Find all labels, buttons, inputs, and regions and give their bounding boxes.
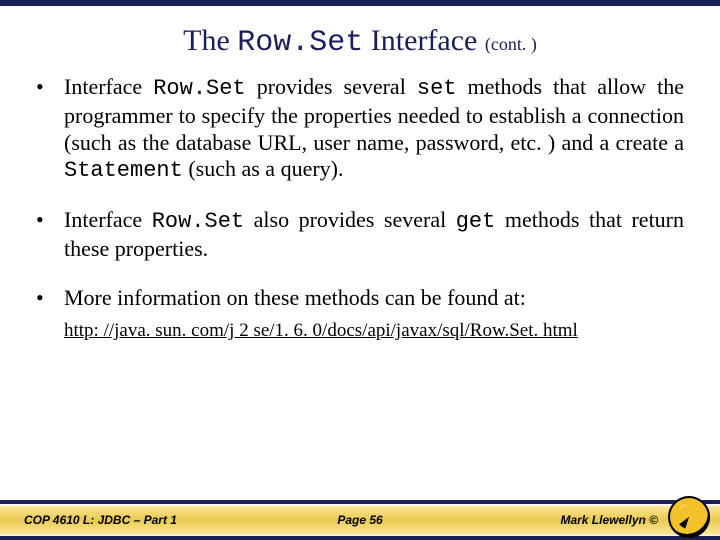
text: More information on these methods can be… [64, 285, 526, 310]
bullet-1: Interface Row.Set provides several set m… [36, 74, 684, 185]
doc-link[interactable]: http: //java. sun. com/j 2 se/1. 6. 0/do… [36, 320, 684, 342]
bullet-list: Interface Row.Set provides several set m… [36, 74, 684, 312]
content: Interface Row.Set provides several set m… [0, 68, 720, 342]
ucf-logo-icon [668, 496, 710, 538]
text: (such as a query). [183, 156, 344, 181]
title-cont: (cont. ) [485, 34, 537, 54]
text: also provides several [244, 207, 456, 232]
footer-right: Mark Llewellyn © [560, 500, 658, 540]
slide: The Row.Set Interface (cont. ) Interface… [0, 0, 720, 540]
code: get [456, 209, 496, 234]
text: Interface [64, 207, 152, 232]
text: Interface [64, 74, 153, 99]
bullet-2: Interface Row.Set also provides several … [36, 207, 684, 263]
title-suffix: Interface [363, 24, 485, 57]
code: Statement [64, 158, 183, 183]
title-code: Row.Set [237, 26, 363, 60]
slide-title: The Row.Set Interface (cont. ) [0, 6, 720, 68]
footer: COP 4610 L: JDBC – Part 1 Page 56 Mark L… [0, 498, 720, 540]
bullet-3: More information on these methods can be… [36, 285, 684, 312]
code: Row.Set [153, 76, 245, 101]
code: set [417, 76, 457, 101]
code: Row.Set [152, 209, 244, 234]
text: provides several [246, 74, 417, 99]
title-prefix: The [183, 24, 237, 57]
